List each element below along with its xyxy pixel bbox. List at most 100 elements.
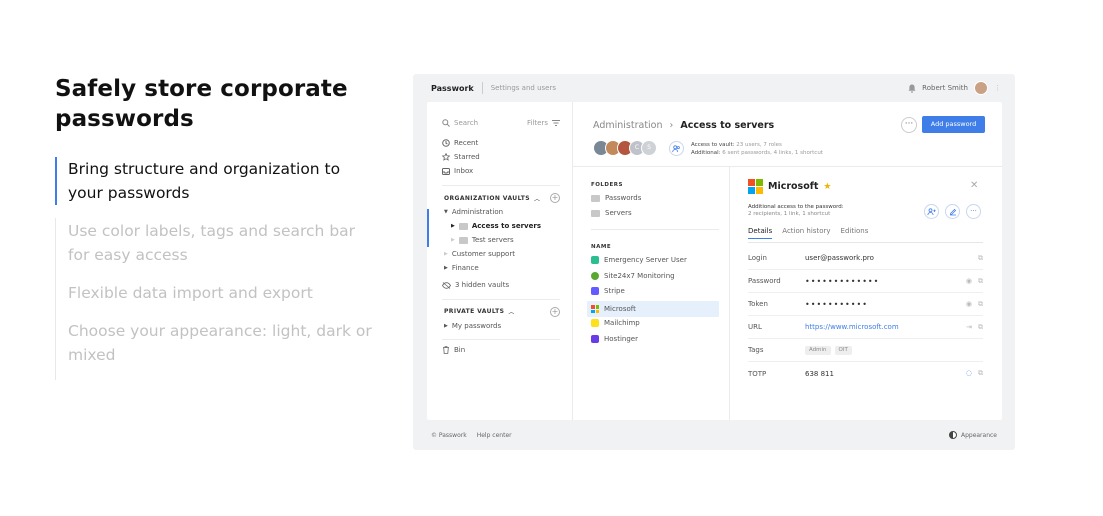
- sidebar-item-label: Starred: [454, 153, 480, 161]
- folder-access-to-servers[interactable]: ▶ Access to servers: [451, 222, 541, 230]
- field-label: TOTP: [748, 369, 767, 378]
- vault-label: Administration: [451, 208, 504, 216]
- login-value[interactable]: user@passwork.pro: [805, 254, 978, 262]
- vault-members[interactable]: C S: [593, 140, 657, 156]
- org-vaults-header[interactable]: ORGANIZATION VAULTS ︿: [444, 194, 540, 203]
- vault-content: Administration › Access to servers ··· A…: [573, 102, 1002, 420]
- folder-passwords[interactable]: Passwords: [591, 194, 641, 202]
- private-vaults-header[interactable]: PRIVATE VAULTS ︿: [444, 307, 515, 316]
- share-user-icon[interactable]: [924, 204, 939, 219]
- star-outline-icon: [442, 153, 450, 161]
- feature-item-import-export[interactable]: Flexible data import and export: [55, 281, 375, 305]
- tab-details[interactable]: Details: [748, 227, 773, 239]
- search-bar[interactable]: Search Filters: [442, 119, 560, 127]
- microsoft-logo-icon: [748, 179, 763, 194]
- totp-value[interactable]: 638 811: [805, 370, 966, 378]
- folders-header: FOLDERS: [591, 182, 623, 188]
- url-link[interactable]: https://www.microsoft.com: [805, 323, 966, 331]
- vault-customer-support[interactable]: ▶ Customer support: [444, 250, 515, 258]
- filter-icon[interactable]: [552, 120, 560, 126]
- bell-icon[interactable]: [908, 84, 916, 93]
- list-item-mailchimp[interactable]: Mailchimp: [591, 319, 640, 327]
- password-value[interactable]: •••••••••••••: [805, 277, 966, 286]
- open-link-icon[interactable]: ⇥: [966, 323, 972, 332]
- detail-title: Microsoft ★: [748, 179, 832, 194]
- copy-icon[interactable]: ⧉: [978, 369, 983, 378]
- eye-icon[interactable]: ◉: [966, 277, 972, 286]
- vault-finance[interactable]: ▶ Finance: [444, 264, 479, 272]
- chevron-up-icon[interactable]: ︿: [508, 307, 514, 316]
- settings-link[interactable]: Settings and users: [491, 84, 556, 92]
- breadcrumb-current: Access to servers: [680, 120, 775, 131]
- search-icon: [442, 119, 450, 127]
- list-divider: [591, 229, 719, 230]
- list-item-hostinger[interactable]: Hostinger: [591, 335, 638, 343]
- sidebar-item-recent[interactable]: Recent: [442, 139, 478, 147]
- sidebar-item-inbox[interactable]: Inbox: [442, 167, 473, 175]
- edit-icon[interactable]: [945, 204, 960, 219]
- sidebar-item-starred[interactable]: Starred: [442, 153, 480, 161]
- list-item-emergency[interactable]: Emergency Server User: [591, 256, 687, 264]
- folder-icon: [591, 209, 600, 217]
- list-item-microsoft[interactable]: Microsoft: [587, 301, 719, 317]
- list-item-site24x7[interactable]: Site24x7 Monitoring: [591, 272, 675, 280]
- appearance-label: Appearance: [960, 431, 997, 439]
- folder-label: Test servers: [471, 236, 514, 244]
- field-login: Login user@passwork.pro ⧉: [748, 247, 983, 270]
- more-options-button[interactable]: ···: [901, 117, 917, 133]
- entry-name: Hostinger: [604, 335, 638, 343]
- access-value: 23 users, 7 roles: [736, 142, 782, 148]
- brand-logo[interactable]: Passwork: [431, 84, 474, 93]
- copy-icon[interactable]: ⧉: [978, 323, 983, 332]
- tag-badge[interactable]: Admin: [805, 346, 831, 355]
- token-value[interactable]: •••••••••••: [805, 300, 966, 309]
- top-bar: Passwork Settings and users Robert Smith…: [413, 74, 1015, 102]
- folder-servers[interactable]: Servers: [591, 209, 632, 217]
- vault-label: My passwords: [451, 322, 502, 330]
- vault-administration[interactable]: ▼ Administration: [444, 208, 503, 216]
- star-icon[interactable]: ★: [823, 182, 831, 192]
- field-password: Password ••••••••••••• ◉ ⧉: [748, 270, 983, 293]
- user-name[interactable]: Robert Smith: [922, 84, 968, 92]
- copy-icon[interactable]: ⧉: [978, 254, 983, 263]
- feature-item-structure[interactable]: Bring structure and organization to your…: [55, 157, 375, 205]
- feature-item-appearance[interactable]: Choose your appearance: light, dark or m…: [55, 319, 375, 367]
- folder-icon: [458, 222, 468, 230]
- entry-name: Emergency Server User: [604, 256, 687, 264]
- tags-value: Admin OIT: [805, 345, 983, 355]
- items-list: FOLDERS Passwords Servers NAME Emergency…: [573, 167, 730, 420]
- caret-right-icon: ▶: [451, 237, 455, 243]
- search-input[interactable]: Search: [454, 119, 478, 127]
- close-icon[interactable]: ✕: [970, 180, 978, 191]
- vault-my-passwords[interactable]: ▶ My passwords: [444, 322, 501, 330]
- folder-label: Passwords: [605, 194, 642, 202]
- help-center-link[interactable]: Help center: [477, 432, 512, 439]
- copy-icon[interactable]: ⧉: [978, 300, 983, 309]
- add-org-vault-icon[interactable]: +: [550, 193, 560, 203]
- sidebar-item-bin[interactable]: Bin: [442, 346, 465, 354]
- appearance-toggle[interactable]: Appearance: [948, 431, 997, 439]
- filters-button[interactable]: Filters: [527, 119, 548, 127]
- add-private-vault-icon[interactable]: +: [550, 307, 560, 317]
- add-password-button[interactable]: Add password: [922, 116, 985, 133]
- users-icon[interactable]: [669, 141, 684, 156]
- folder-test-servers[interactable]: ▶ Test servers: [451, 236, 514, 244]
- detail-tabs: Details Action history Editions: [748, 227, 868, 239]
- copy-icon[interactable]: ⧉: [978, 277, 983, 286]
- more-horizontal-icon[interactable]: ···: [966, 204, 981, 219]
- eye-icon[interactable]: ◉: [966, 300, 972, 309]
- feature-item-labels[interactable]: Use color labels, tags and search bar fo…: [55, 219, 375, 267]
- breadcrumb-parent[interactable]: Administration: [593, 120, 663, 131]
- tag-badge[interactable]: OIT: [834, 346, 852, 355]
- list-item-stripe[interactable]: Stripe: [591, 287, 625, 295]
- active-vault-indicator: [427, 209, 429, 247]
- additional-access-value: 2 recipients, 1 link, 1 shortcut: [748, 211, 831, 217]
- user-avatar[interactable]: [974, 81, 988, 95]
- sidebar-divider: [442, 299, 560, 300]
- more-vertical-icon[interactable]: ⋮: [994, 84, 1001, 92]
- tab-action-history[interactable]: Action history: [782, 227, 830, 239]
- tab-editions[interactable]: Editions: [841, 227, 869, 239]
- hidden-vaults-toggle[interactable]: 3 hidden vaults: [442, 281, 509, 289]
- entry-name: Site24x7 Monitoring: [604, 272, 675, 280]
- chevron-up-icon[interactable]: ︿: [534, 194, 540, 203]
